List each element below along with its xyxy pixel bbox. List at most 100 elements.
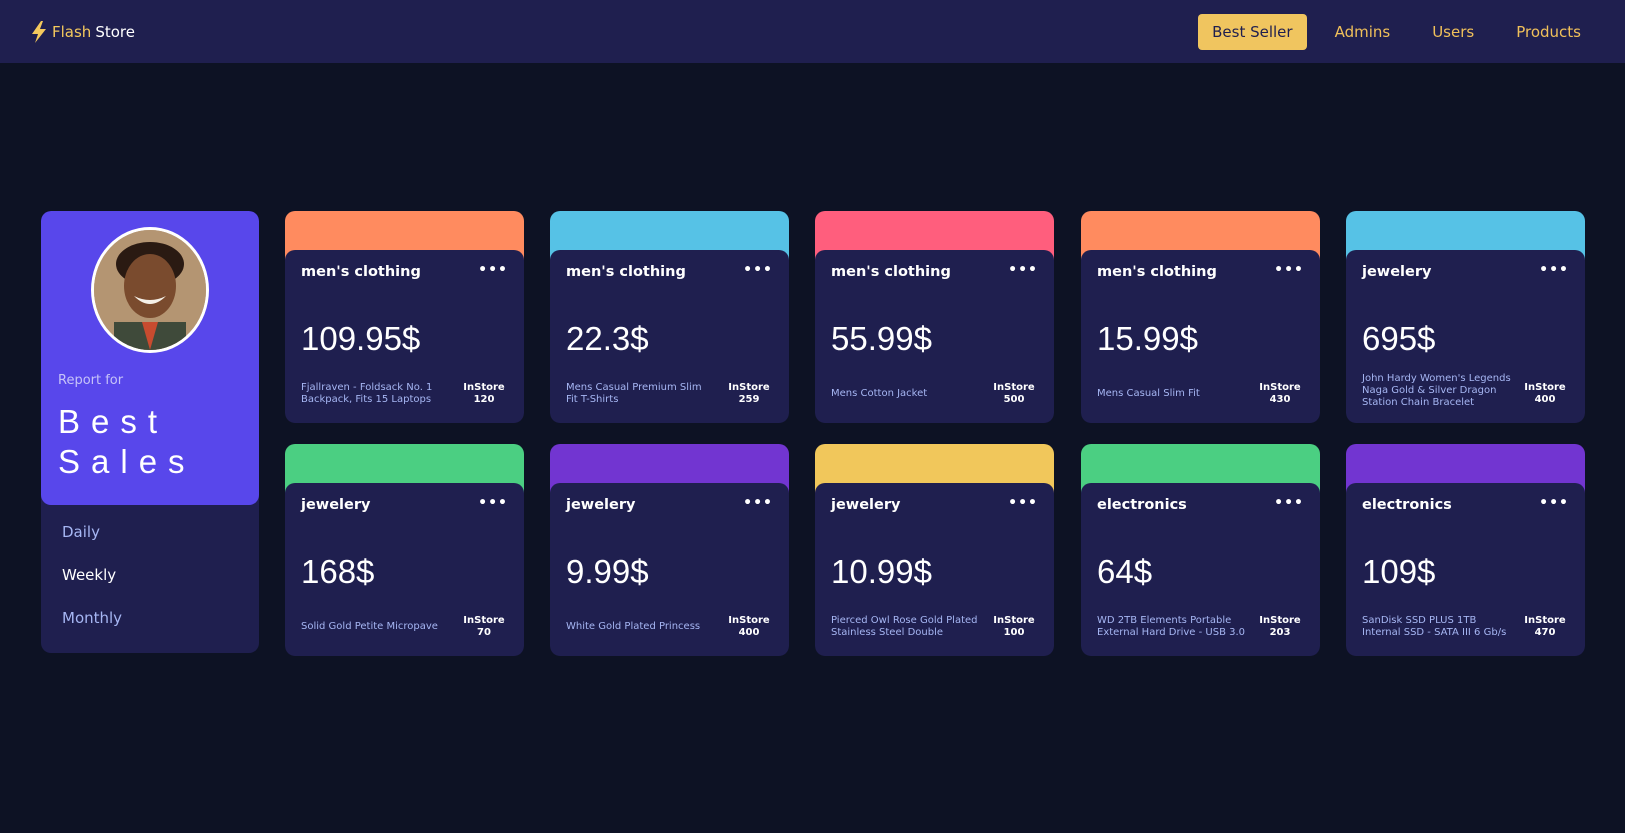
more-options-icon[interactable]: ••• xyxy=(1539,495,1569,511)
period-weekly[interactable]: Weekly xyxy=(62,564,238,607)
report-title-line-1: Best xyxy=(58,403,169,440)
instore-label: InStore xyxy=(728,615,770,626)
card-description: WD 2TB Elements Portable External Hard D… xyxy=(1097,612,1247,642)
stock-count: 470 xyxy=(1534,627,1556,638)
report-title: Best Sales xyxy=(58,402,242,482)
avatar xyxy=(91,227,209,353)
nav-best-seller[interactable]: Best Seller xyxy=(1198,13,1307,50)
brand-logo[interactable]: Flash Store xyxy=(30,20,135,43)
product-card[interactable]: men's clothing ••• 22.3$ Mens Casual Pre… xyxy=(550,211,789,423)
brand-store-text: Store xyxy=(95,22,135,41)
report-for-label: Report for xyxy=(58,373,124,388)
stock-count: 259 xyxy=(738,394,760,405)
card-price: 109$ xyxy=(1362,553,1436,590)
stock-count: 120 xyxy=(473,394,495,405)
stock-count: 203 xyxy=(1269,627,1291,638)
card-description: Pierced Owl Rose Gold Plated Stainless S… xyxy=(831,612,981,642)
instore-label: InStore xyxy=(1259,615,1301,626)
nav-links: Best Seller Admins Users Products xyxy=(1198,13,1595,50)
stock-count: 430 xyxy=(1269,394,1291,405)
more-options-icon[interactable]: ••• xyxy=(478,262,508,278)
product-card[interactable]: men's clothing ••• 15.99$ Mens Casual Sl… xyxy=(1081,211,1320,423)
card-description: Mens Casual Premium Slim Fit T-Shirts xyxy=(566,379,716,409)
card-price: 64$ xyxy=(1097,553,1153,590)
card-stock: InStore 400 xyxy=(1521,379,1569,409)
report-header: Report for Best Sales xyxy=(41,211,259,505)
lightning-bolt-icon xyxy=(32,20,46,43)
card-price: 22.3$ xyxy=(566,320,649,357)
card-body: jewelery ••• 10.99$ Pierced Owl Rose Gol… xyxy=(815,483,1054,656)
card-stock: InStore 203 xyxy=(1256,612,1304,642)
instore-label: InStore xyxy=(993,615,1035,626)
card-price: 10.99$ xyxy=(831,553,932,590)
card-stock: InStore 70 xyxy=(460,612,508,642)
card-stock: InStore 470 xyxy=(1521,612,1569,642)
product-card[interactable]: men's clothing ••• 109.95$ Fjallraven - … xyxy=(285,211,524,423)
product-card[interactable]: jewelery ••• 168$ Solid Gold Petite Micr… xyxy=(285,444,524,656)
report-title-line-2: Sales xyxy=(58,443,196,480)
card-body: men's clothing ••• 55.99$ Mens Cotton Ja… xyxy=(815,250,1054,423)
card-category: electronics xyxy=(1097,497,1187,513)
card-category: men's clothing xyxy=(566,264,686,280)
card-category: men's clothing xyxy=(831,264,951,280)
instore-label: InStore xyxy=(463,615,505,626)
card-category: jewelery xyxy=(1362,264,1432,280)
card-description-text: White Gold Plated Princess xyxy=(566,621,701,632)
more-options-icon[interactable]: ••• xyxy=(743,495,773,511)
period-daily[interactable]: Daily xyxy=(62,521,238,564)
more-options-icon[interactable]: ••• xyxy=(1008,262,1038,278)
more-options-icon[interactable]: ••• xyxy=(1539,262,1569,278)
card-body: jewelery ••• 168$ Solid Gold Petite Micr… xyxy=(285,483,524,656)
card-description-text: Mens Casual Premium Slim Fit T-Shirts xyxy=(566,382,702,405)
card-description-text: Mens Cotton Jacket xyxy=(831,388,928,399)
more-options-icon[interactable]: ••• xyxy=(1274,495,1304,511)
product-card[interactable]: men's clothing ••• 55.99$ Mens Cotton Ja… xyxy=(815,211,1054,423)
card-body: jewelery ••• 695$ John Hardy Women's Leg… xyxy=(1346,250,1585,423)
card-price: 109.95$ xyxy=(301,320,421,357)
card-description-text: John Hardy Women's Legends Naga Gold & S… xyxy=(1362,373,1511,408)
instore-label: InStore xyxy=(463,382,505,393)
product-card[interactable]: electronics ••• 109$ SanDisk SSD PLUS 1T… xyxy=(1346,444,1585,656)
period-monthly[interactable]: Monthly xyxy=(62,607,238,650)
card-stock: InStore 400 xyxy=(725,612,773,642)
card-category: electronics xyxy=(1362,497,1452,513)
instore-label: InStore xyxy=(728,382,770,393)
card-price: 15.99$ xyxy=(1097,320,1198,357)
stock-count: 70 xyxy=(477,627,491,638)
card-stock: InStore 100 xyxy=(990,612,1038,642)
card-description: Fjallraven - Foldsack No. 1 Backpack, Fi… xyxy=(301,379,451,409)
card-description-text: Mens Casual Slim Fit xyxy=(1097,388,1200,399)
card-body: men's clothing ••• 109.95$ Fjallraven - … xyxy=(285,250,524,423)
avatar-photo xyxy=(94,230,206,350)
card-description: SanDisk SSD PLUS 1TB Internal SSD - SATA… xyxy=(1362,612,1512,642)
more-options-icon[interactable]: ••• xyxy=(1274,262,1304,278)
stock-count: 400 xyxy=(1534,394,1556,405)
product-card[interactable]: jewelery ••• 10.99$ Pierced Owl Rose Gol… xyxy=(815,444,1054,656)
card-description-text: Pierced Owl Rose Gold Plated Stainless S… xyxy=(831,615,978,638)
product-card[interactable]: jewelery ••• 9.99$ White Gold Plated Pri… xyxy=(550,444,789,656)
card-description-text: Solid Gold Petite Micropave xyxy=(301,621,438,632)
more-options-icon[interactable]: ••• xyxy=(1008,495,1038,511)
card-body: men's clothing ••• 15.99$ Mens Casual Sl… xyxy=(1081,250,1320,423)
card-body: men's clothing ••• 22.3$ Mens Casual Pre… xyxy=(550,250,789,423)
instore-label: InStore xyxy=(1259,382,1301,393)
card-stock: InStore 500 xyxy=(990,379,1038,409)
more-options-icon[interactable]: ••• xyxy=(478,495,508,511)
card-stock: InStore 259 xyxy=(725,379,773,409)
card-category: jewelery xyxy=(831,497,901,513)
brand-flash-text: Flash xyxy=(52,22,92,41)
card-price: 55.99$ xyxy=(831,320,932,357)
card-category: jewelery xyxy=(566,497,636,513)
product-card[interactable]: jewelery ••• 695$ John Hardy Women's Leg… xyxy=(1346,211,1585,423)
product-card[interactable]: electronics ••• 64$ WD 2TB Elements Port… xyxy=(1081,444,1320,656)
card-price: 695$ xyxy=(1362,320,1436,357)
top-navbar: Flash Store Best Seller Admins Users Pro… xyxy=(0,0,1625,63)
card-description: Solid Gold Petite Micropave xyxy=(301,612,451,642)
more-options-icon[interactable]: ••• xyxy=(743,262,773,278)
instore-label: InStore xyxy=(993,382,1035,393)
nav-admins[interactable]: Admins xyxy=(1321,14,1405,50)
card-description: Mens Cotton Jacket xyxy=(831,379,981,409)
nav-products[interactable]: Products xyxy=(1502,14,1595,50)
nav-users[interactable]: Users xyxy=(1418,14,1488,50)
card-description-text: WD 2TB Elements Portable External Hard D… xyxy=(1097,615,1246,638)
